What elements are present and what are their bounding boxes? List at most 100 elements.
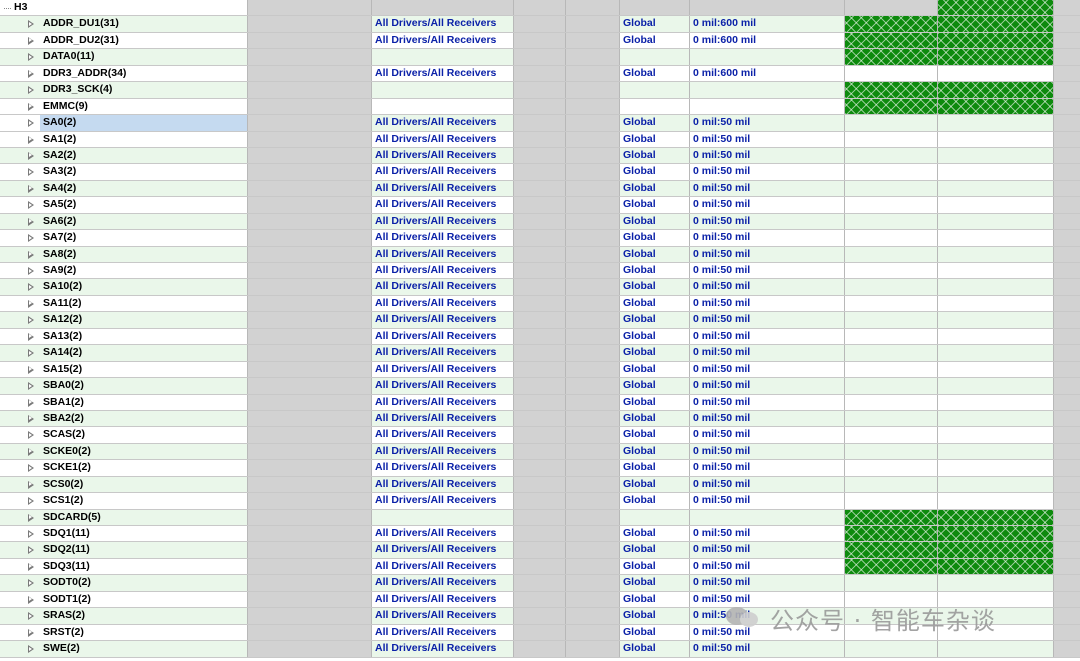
range-cell[interactable]: 0 mil:600 mil xyxy=(690,65,845,82)
region-cell[interactable]: Global xyxy=(620,476,690,493)
net-row[interactable]: SCKE1(2) All Drivers/All Receivers Global 0… xyxy=(0,460,1080,477)
pin-pairs-cell[interactable]: All Drivers/All Receivers xyxy=(372,345,514,361)
pin-pairs-cell[interactable]: All Drivers/All Receivers xyxy=(372,246,514,262)
range-cell[interactable]: 0 mil:50 mil xyxy=(690,180,845,197)
net-name-cell[interactable]: SA14(2) xyxy=(0,345,248,361)
net-row[interactable]: ADDR_DU2(31) All Drivers/All Receivers Glo… xyxy=(0,32,1080,50)
region-cell[interactable] xyxy=(620,98,690,115)
range-cell[interactable]: 0 mil:50 mil xyxy=(690,147,845,164)
pin-pairs-cell[interactable]: All Drivers/All Receivers xyxy=(372,427,514,443)
range-cell[interactable]: 0 mil:50 mil xyxy=(690,443,845,460)
net-name-cell[interactable]: SA10(2) xyxy=(0,279,248,295)
range-cell[interactable]: 0 mil:50 mil xyxy=(690,197,845,213)
net-row[interactable]: SA9(2) All Drivers/All Receivers Global 0 m… xyxy=(0,263,1080,280)
pin-pairs-cell[interactable]: All Drivers/All Receivers xyxy=(372,476,514,493)
net-row[interactable]: SCS0(2) All Drivers/All Receivers Global 0 … xyxy=(0,476,1080,494)
net-row[interactable]: SA13(2) All Drivers/All Receivers Global 0 … xyxy=(0,328,1080,346)
range-cell[interactable]: 0 mil:50 mil xyxy=(690,115,845,131)
net-name-cell[interactable]: SA2(2) xyxy=(0,147,248,164)
net-row[interactable]: SA2(2) All Drivers/All Receivers Global 0 m… xyxy=(0,147,1080,165)
net-row[interactable]: SBA0(2) All Drivers/All Receivers Global 0 … xyxy=(0,378,1080,395)
region-cell[interactable]: Global xyxy=(620,575,690,591)
region-cell[interactable]: Global xyxy=(620,591,690,608)
region-cell[interactable]: Global xyxy=(620,493,690,509)
range-cell[interactable]: 0 mil:50 mil xyxy=(690,312,845,328)
net-name-cell[interactable]: ADDR_DU1(31) xyxy=(0,16,248,32)
net-name-cell[interactable]: SA15(2) xyxy=(0,361,248,378)
region-cell[interactable]: Global xyxy=(620,147,690,164)
net-row[interactable]: SA11(2) All Drivers/All Receivers Global 0 … xyxy=(0,295,1080,313)
range-cell[interactable] xyxy=(690,509,845,525)
net-name-cell[interactable]: SBA1(2) xyxy=(0,394,248,410)
pin-pairs-cell[interactable]: All Drivers/All Receivers xyxy=(372,624,514,641)
range-cell[interactable]: 0 mil:50 mil xyxy=(690,230,845,246)
pin-pairs-cell[interactable]: All Drivers/All Receivers xyxy=(372,410,514,427)
range-cell[interactable]: 0 mil:600 mil xyxy=(690,16,845,32)
range-cell[interactable]: 0 mil:50 mil xyxy=(690,263,845,279)
pin-pairs-cell[interactable] xyxy=(372,98,514,115)
region-cell[interactable]: Global xyxy=(620,213,690,230)
region-cell[interactable]: Global xyxy=(620,164,690,180)
net-name-cell[interactable]: SRST(2) xyxy=(0,624,248,641)
pin-pairs-cell[interactable]: All Drivers/All Receivers xyxy=(372,131,514,147)
pin-pairs-cell[interactable]: All Drivers/All Receivers xyxy=(372,641,514,657)
range-cell[interactable]: 0 mil:50 mil xyxy=(690,164,845,180)
range-cell[interactable]: 0 mil:50 mil xyxy=(690,493,845,509)
region-cell[interactable]: Global xyxy=(620,295,690,312)
range-cell[interactable]: 0 mil:50 mil xyxy=(690,526,845,542)
net-name-cell[interactable]: SA0(2) xyxy=(0,115,248,131)
pin-pairs-cell[interactable]: All Drivers/All Receivers xyxy=(372,312,514,328)
net-row[interactable]: SA6(2) All Drivers/All Receivers Global 0 m… xyxy=(0,213,1080,231)
range-cell[interactable]: 0 mil:50 mil xyxy=(690,641,845,657)
region-cell[interactable]: Global xyxy=(620,197,690,213)
pin-pairs-cell[interactable] xyxy=(372,49,514,65)
net-row[interactable]: SA1(2) All Drivers/All Receivers Global 0 m… xyxy=(0,131,1080,148)
net-row[interactable]: DATA0(11) xyxy=(0,49,1080,66)
region-cell[interactable]: Global xyxy=(620,230,690,246)
net-name-cell[interactable]: SA4(2) xyxy=(0,180,248,197)
net-row[interactable]: SCAS(2) All Drivers/All Receivers Global 0 … xyxy=(0,427,1080,444)
region-cell[interactable]: Global xyxy=(620,394,690,410)
region-cell[interactable]: Global xyxy=(620,131,690,147)
group-row[interactable]: H3 xyxy=(0,0,1080,17)
range-cell[interactable]: 0 mil:50 mil xyxy=(690,131,845,147)
pin-pairs-cell[interactable]: All Drivers/All Receivers xyxy=(372,16,514,32)
net-row[interactable]: SA3(2) All Drivers/All Receivers Global 0 m… xyxy=(0,164,1080,181)
net-row[interactable]: SA10(2) All Drivers/All Receivers Global 0 … xyxy=(0,279,1080,296)
net-row[interactable]: SWE(2) All Drivers/All Receivers Global 0 m… xyxy=(0,641,1080,658)
range-cell[interactable]: 0 mil:50 mil xyxy=(690,345,845,361)
net-name-cell[interactable]: SA5(2) xyxy=(0,197,248,213)
range-cell[interactable]: 0 mil:50 mil xyxy=(690,295,845,312)
region-cell[interactable]: Global xyxy=(620,526,690,542)
range-cell[interactable]: 0 mil:50 mil xyxy=(690,427,845,443)
region-cell[interactable]: Global xyxy=(620,32,690,49)
group-name-cell[interactable]: H3 xyxy=(0,0,248,16)
net-name-cell[interactable]: SRAS(2) xyxy=(0,608,248,624)
pin-pairs-cell[interactable]: All Drivers/All Receivers xyxy=(372,279,514,295)
pin-pairs-cell[interactable]: All Drivers/All Receivers xyxy=(372,328,514,345)
region-cell[interactable]: Global xyxy=(620,443,690,460)
region-cell[interactable]: Global xyxy=(620,180,690,197)
region-cell[interactable]: Global xyxy=(620,279,690,295)
net-row[interactable]: SDQ3(11) All Drivers/All Receivers Global 0… xyxy=(0,558,1080,576)
region-cell[interactable]: Global xyxy=(620,328,690,345)
pin-pairs-cell[interactable]: All Drivers/All Receivers xyxy=(372,230,514,246)
region-cell[interactable]: Global xyxy=(620,263,690,279)
range-cell[interactable]: 0 mil:50 mil xyxy=(690,394,845,410)
net-row[interactable]: DDR3_SCK(4) xyxy=(0,82,1080,99)
pin-pairs-cell[interactable]: All Drivers/All Receivers xyxy=(372,361,514,378)
net-row[interactable]: SCS1(2) All Drivers/All Receivers Global 0 … xyxy=(0,493,1080,510)
net-row[interactable]: SODT0(2) All Drivers/All Receivers Global 0… xyxy=(0,575,1080,592)
net-name-cell[interactable]: EMMC(9) xyxy=(0,98,248,115)
region-cell[interactable]: Global xyxy=(620,460,690,476)
region-cell[interactable]: Global xyxy=(620,641,690,657)
pin-pairs-cell[interactable]: All Drivers/All Receivers xyxy=(372,443,514,460)
region-cell[interactable] xyxy=(620,82,690,98)
net-name-cell[interactable]: SA7(2) xyxy=(0,230,248,246)
net-row[interactable]: SA8(2) All Drivers/All Receivers Global 0 m… xyxy=(0,246,1080,263)
range-cell[interactable]: 0 mil:50 mil xyxy=(690,246,845,262)
net-row[interactable]: SA14(2) All Drivers/All Receivers Global 0 … xyxy=(0,345,1080,362)
region-cell[interactable]: Global xyxy=(620,65,690,82)
net-name-cell[interactable]: SBA2(2) xyxy=(0,410,248,427)
region-cell[interactable]: Global xyxy=(620,361,690,378)
